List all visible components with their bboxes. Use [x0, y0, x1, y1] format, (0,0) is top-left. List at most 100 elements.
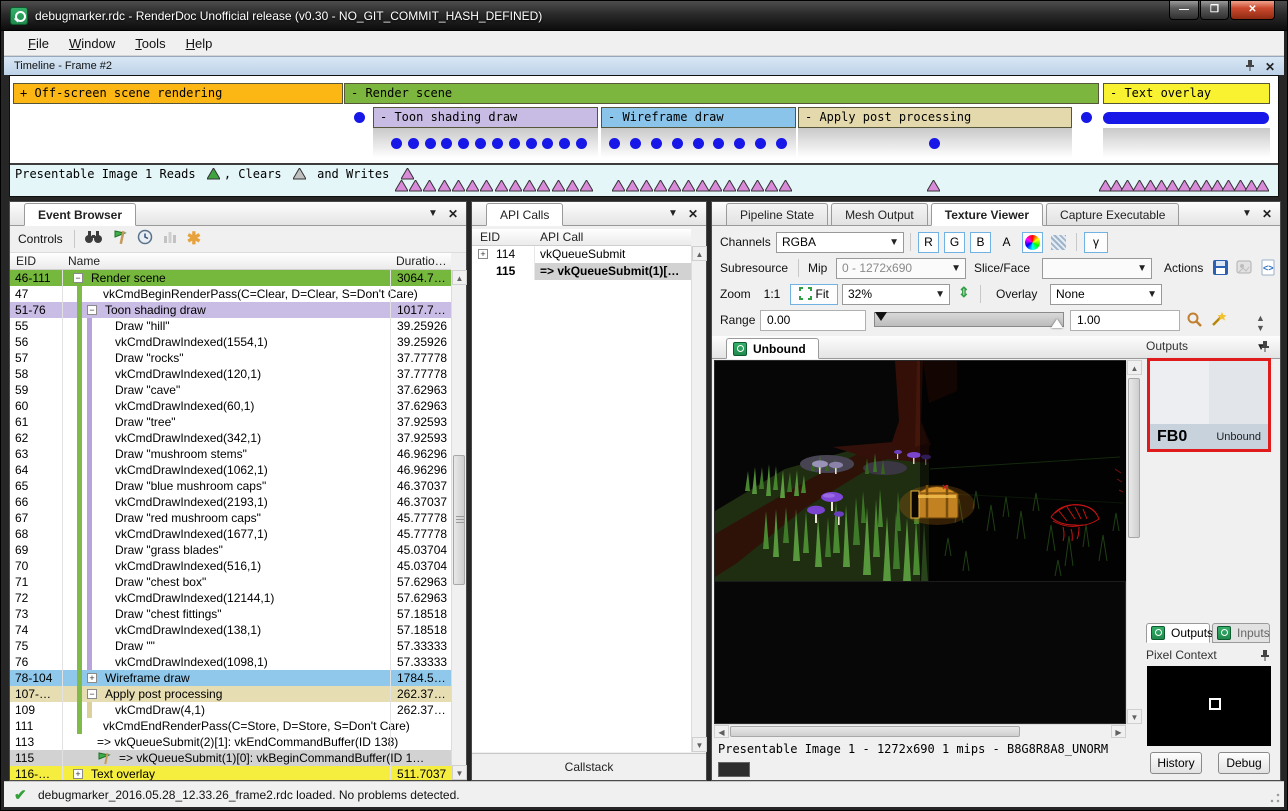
draw-dot[interactable]	[492, 138, 503, 149]
write-triangle[interactable]	[495, 179, 508, 197]
timeline-marker[interactable]: + Off-screen scene rendering	[13, 83, 343, 104]
draw-dot[interactable]	[651, 138, 662, 149]
channel-green-button[interactable]: G	[944, 232, 965, 253]
event-row[interactable]: 111vkCmdEndRenderPass(C=Store, D=Store, …	[10, 718, 451, 734]
toolbar-overflow-icon[interactable]: ▲▼	[1256, 313, 1265, 333]
write-triangle[interactable]	[552, 179, 565, 197]
draw-dot[interactable]	[475, 138, 486, 149]
range-min-input[interactable]: 0.00	[760, 310, 866, 331]
menu-file[interactable]: File	[18, 33, 59, 54]
write-triangle[interactable]	[1256, 179, 1269, 197]
sliceface-dropdown[interactable]: ▼	[1042, 258, 1152, 279]
event-row[interactable]: 107-…−Apply post processing262.37…	[10, 686, 451, 702]
zoom-percent-dropdown[interactable]: 32%▼	[842, 284, 950, 305]
resize-grip[interactable]	[1269, 792, 1281, 804]
tab-outputs[interactable]: Outputs	[1146, 623, 1210, 643]
event-row[interactable]: 69Draw "grass blades"45.03704	[10, 542, 451, 558]
write-triangle[interactable]	[779, 179, 792, 197]
write-triangle[interactable]	[480, 179, 493, 197]
event-row[interactable]: 63Draw "mushroom stems"46.96296	[10, 446, 451, 462]
panel-close-icon[interactable]: ✕	[688, 208, 698, 220]
event-row[interactable]: 56vkCmdDrawIndexed(1554,1)39.25926	[10, 334, 451, 350]
channel-alpha-button[interactable]: A	[996, 232, 1017, 253]
event-row[interactable]: 113=> vkQueueSubmit(2)[1]: vkEndCommandB…	[10, 734, 451, 750]
draw-dot[interactable]	[425, 138, 436, 149]
event-row[interactable]: 70vkCmdDrawIndexed(516,1)45.03704	[10, 558, 451, 574]
write-triangle[interactable]	[466, 179, 479, 197]
timeline-marker[interactable]: - Toon shading draw	[373, 107, 598, 128]
pin-icon[interactable]	[1260, 339, 1270, 357]
channel-blue-button[interactable]: B	[970, 232, 991, 253]
maximize-button[interactable]: ❐	[1200, 1, 1229, 20]
open-in-shader-code-icon[interactable]: <>	[1260, 259, 1277, 281]
write-triangle[interactable]	[737, 179, 750, 197]
write-triangle[interactable]	[423, 179, 436, 197]
fb0-thumbnail[interactable]: FB0 Unbound	[1147, 358, 1271, 452]
event-row[interactable]: 59Draw "cave"37.62963	[10, 382, 451, 398]
timeline-marker[interactable]: - Render scene	[344, 83, 1099, 104]
event-browser-scrollbar[interactable]: ▲ ▼	[451, 270, 466, 780]
expand-toggle[interactable]: +	[73, 769, 83, 779]
api-call-list[interactable]: +114vkQueueSubmit115=> vkQueueSubmit(1)[…	[472, 246, 691, 752]
write-triangle[interactable]	[509, 179, 522, 197]
menu-help[interactable]: Help	[176, 33, 223, 54]
write-triangle[interactable]	[612, 179, 625, 197]
event-row[interactable]: 71Draw "chest box"57.62963	[10, 574, 451, 590]
draw-dot[interactable]	[526, 138, 537, 149]
draw-dot[interactable]	[576, 138, 587, 149]
event-row[interactable]: 47vkCmdBeginRenderPass(C=Clear, D=Clear,…	[10, 286, 451, 302]
channels-dropdown[interactable]: RGBA▼	[776, 232, 904, 253]
event-browser-column-header[interactable]: EID Name Duratio…	[10, 253, 451, 270]
gamma-button[interactable]: γ	[1084, 232, 1108, 253]
save-icon[interactable]	[1212, 259, 1229, 281]
history-button[interactable]: History	[1150, 752, 1202, 774]
event-row[interactable]: 55Draw "hill"39.25926	[10, 318, 451, 334]
expand-toggle[interactable]: −	[73, 273, 83, 283]
autofit-wand-icon[interactable]	[1210, 311, 1227, 333]
write-triangle[interactable]	[566, 179, 579, 197]
overlay-dropdown[interactable]: None▼	[1050, 284, 1162, 305]
api-calls-scrollbar[interactable]: ▲ ▼	[691, 246, 706, 752]
panel-close-icon[interactable]: ✕	[1262, 208, 1272, 220]
range-white-point-handle[interactable]	[1051, 319, 1063, 328]
tab-inputs[interactable]: Inputs	[1212, 623, 1270, 643]
tab-api-calls[interactable]: API Calls	[486, 203, 563, 226]
event-row[interactable]: 76vkCmdDrawIndexed(1098,1)57.33333	[10, 654, 451, 670]
chevron-down-icon[interactable]: ▼	[428, 209, 438, 219]
draw-dot[interactable]	[929, 138, 940, 149]
callstack-section[interactable]: Callstack	[472, 753, 706, 780]
timeline-marker[interactable]: - Wireframe draw	[601, 107, 796, 128]
find-event-icon[interactable]	[84, 229, 103, 249]
channel-red-button[interactable]: R	[918, 232, 939, 253]
draw-pill[interactable]	[1103, 112, 1269, 124]
expand-toggle[interactable]: +	[87, 673, 97, 683]
event-row[interactable]: 58vkCmdDrawIndexed(120,1)37.77778	[10, 366, 451, 382]
checkerboard-button[interactable]	[1048, 232, 1069, 253]
api-call-row[interactable]: +114vkQueueSubmit	[472, 246, 691, 263]
colorwheel-button[interactable]	[1022, 232, 1043, 253]
event-row[interactable]: 74vkCmdDrawIndexed(138,1)57.18518	[10, 622, 451, 638]
close-button[interactable]: ✕	[1230, 1, 1275, 20]
event-list[interactable]: 46-111−Render scene3064.7…47vkCmdBeginRe…	[10, 270, 451, 780]
texture-vscrollbar[interactable]: ▲ ▼	[1126, 360, 1141, 724]
write-triangle[interactable]	[696, 179, 709, 197]
draw-dot[interactable]	[693, 138, 704, 149]
pin-icon[interactable]	[1260, 648, 1270, 666]
write-triangle[interactable]	[765, 179, 778, 197]
event-row[interactable]: 78-104+Wireframe draw1784.5…	[10, 670, 451, 686]
event-row[interactable]: 75Draw ""57.33333	[10, 638, 451, 654]
pixel-context-view[interactable]	[1147, 666, 1271, 746]
flip-y-icon[interactable]: ⇕	[958, 284, 970, 301]
options-asterisk-icon[interactable]: ✱	[187, 232, 201, 246]
write-triangle[interactable]	[409, 179, 422, 197]
timeline-marker[interactable]: - Text overlay	[1103, 83, 1270, 104]
timings-clock-icon[interactable]	[137, 229, 153, 250]
write-triangle[interactable]	[654, 179, 667, 197]
range-slider[interactable]	[874, 312, 1064, 327]
expand-toggle[interactable]: −	[87, 305, 97, 315]
event-row[interactable]: 73Draw "chest fittings"57.18518	[10, 606, 451, 622]
event-row[interactable]: 67Draw "red mushroom caps"45.77778	[10, 510, 451, 526]
range-max-input[interactable]: 1.00	[1070, 310, 1180, 331]
event-row[interactable]: 72vkCmdDrawIndexed(12144,1)57.62963	[10, 590, 451, 606]
menu-window[interactable]: Window	[59, 33, 125, 54]
